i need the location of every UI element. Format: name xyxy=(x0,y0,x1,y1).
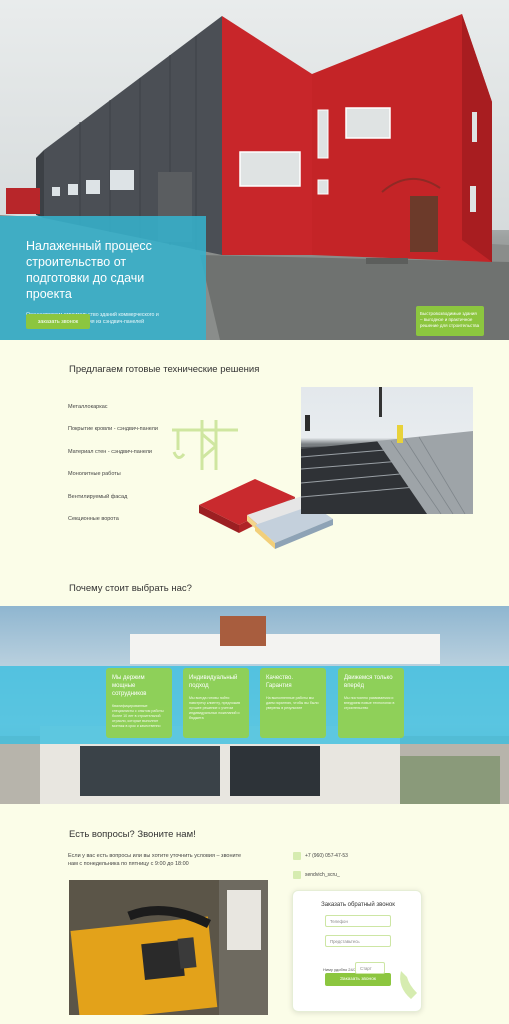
hero-panel: Налаженный процесс строительство от подг… xyxy=(0,216,206,340)
card-text: Мы всегда готовы пойти навстречу клиенту… xyxy=(189,696,241,720)
crane-icon xyxy=(172,420,238,470)
hero-section: Налаженный процесс строительство от подг… xyxy=(0,0,509,340)
card-title: Движемся только вперёд xyxy=(344,675,393,689)
phone-field[interactable]: Телефон xyxy=(325,915,391,927)
solutions-list: Металлокаркас Покрытие кровли - сэндвич-… xyxy=(68,404,158,538)
time-field[interactable]: Старт xyxy=(355,962,385,974)
card-text: На выполненные работы мы даем гарантию, … xyxy=(266,696,319,710)
list-item: Вентилируемый фасад xyxy=(68,493,128,500)
phone-contact[interactable]: +7 (960) 057-47-53 xyxy=(293,852,348,860)
why-card-progress: Движемся только вперёд Мы постоянно разв… xyxy=(338,668,404,738)
why-card-staff: Мы держим мощные сотрудников Квалифициро… xyxy=(106,668,172,738)
why-card-quality: Качество. Гарантия На выполненные работы… xyxy=(260,668,326,738)
why-band xyxy=(0,666,509,744)
list-item: Покрытие кровли - сэндвич-панели xyxy=(68,426,158,433)
time-label: Ниму удобно 24/7 xyxy=(323,967,357,972)
submit-call-button[interactable]: Заказать звонок xyxy=(325,973,391,986)
callback-form: Заказать обратный звонок Телефон Предста… xyxy=(292,890,422,1012)
phone-icon xyxy=(293,852,301,860)
contacts-intro: Если у вас есть вопросы или вы хотите ут… xyxy=(68,853,242,867)
list-item: Монолитные работы xyxy=(68,471,121,478)
payphone-photo xyxy=(69,880,268,1015)
social-contact[interactable]: sendvich_scru_ xyxy=(293,871,340,879)
card-text: Мы постоянно развиваемся и внедряем новы… xyxy=(344,696,395,710)
hero-badge: Быстровозводимые здания – выгодное и пра… xyxy=(416,306,484,336)
card-title: Качество. Гарантия xyxy=(266,675,294,689)
why-title: Почему стоит выбрать нас? xyxy=(69,583,192,594)
card-title: Мы держим мощные сотрудников xyxy=(112,675,147,697)
form-title: Заказать обратный звонок xyxy=(321,902,395,908)
list-item: Секционные ворота xyxy=(68,515,119,522)
card-text: Квалифицированные специалисты с опытом р… xyxy=(112,704,164,728)
roof-installation-photo xyxy=(301,387,473,514)
why-section xyxy=(0,606,509,804)
hero-title: Налаженный процесс строительство от подг… xyxy=(26,239,152,301)
solutions-title: Предлагаем готовые технические решения xyxy=(69,364,260,375)
social-handle: sendvich_scru_ xyxy=(305,872,340,878)
card-title: Индивидуальный подход xyxy=(189,675,238,689)
list-item: Металлокаркас xyxy=(68,404,108,410)
contacts-title: Есть вопросы? Звоните нам! xyxy=(69,829,196,840)
why-card-approach: Индивидуальный подход Мы всегда готовы п… xyxy=(183,668,249,738)
phone-number: +7 (960) 057-47-53 xyxy=(305,853,348,859)
phone-handset-icon xyxy=(400,971,417,999)
order-call-button[interactable]: заказать звонок xyxy=(26,314,90,329)
instagram-icon xyxy=(293,871,301,879)
name-field[interactable]: Представьтесь xyxy=(325,935,391,947)
list-item: Материал стен - сэндвич-панели xyxy=(68,448,153,455)
